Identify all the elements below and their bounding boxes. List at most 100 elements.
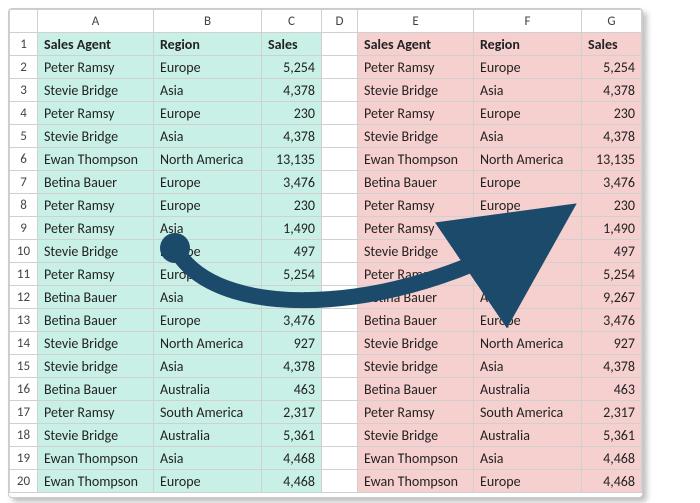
cell[interactable]: Europe [474,309,582,332]
cell[interactable]: Asia [154,447,262,470]
cell[interactable] [322,263,358,286]
cell[interactable]: Sales Agent [358,33,474,56]
cell[interactable]: Sales Agent [38,33,154,56]
cell[interactable] [322,424,358,447]
cell[interactable]: North America [474,332,582,355]
cell[interactable]: 3,476 [582,171,642,194]
cell[interactable] [322,171,358,194]
cell[interactable]: Stevie Bridge [358,424,474,447]
row-header[interactable]: 18 [10,424,38,447]
cell[interactable]: Peter Ramsy [358,194,474,217]
cell[interactable]: North America [474,148,582,171]
col-header-G[interactable]: G [582,10,642,33]
row-header[interactable]: 10 [10,240,38,263]
cell[interactable] [322,56,358,79]
cell[interactable]: Europe [474,470,582,493]
cell[interactable]: 13,135 [582,148,642,171]
row-header[interactable]: 3 [10,79,38,102]
cell[interactable] [322,125,358,148]
cell[interactable]: Europe [154,171,262,194]
cell[interactable]: North America [154,148,262,171]
cell[interactable]: Ewan Thompson [38,447,154,470]
cell[interactable]: 1,490 [262,217,322,240]
cell[interactable]: Sales [262,33,322,56]
row-header[interactable]: 7 [10,171,38,194]
cell[interactable]: Asia [154,355,262,378]
row-header[interactable]: 6 [10,148,38,171]
select-all-corner[interactable] [10,10,38,33]
cell[interactable]: 4,378 [582,79,642,102]
cell[interactable]: 230 [582,194,642,217]
cell[interactable]: Asia [474,125,582,148]
cell[interactable] [322,79,358,102]
col-header-D[interactable]: D [322,10,358,33]
cell[interactable] [322,309,358,332]
cell[interactable]: Asia [154,79,262,102]
cell[interactable]: 5,361 [262,424,322,447]
cell[interactable]: 4,468 [582,470,642,493]
cell[interactable]: Stevie Bridge [358,125,474,148]
cell[interactable]: 2,317 [262,401,322,424]
cell[interactable]: Europe [474,194,582,217]
cell[interactable]: 5,254 [582,263,642,286]
cell[interactable]: 4,378 [262,125,322,148]
cell[interactable]: Peter Ramsy [38,56,154,79]
cell[interactable]: Betina Bauer [38,378,154,401]
cell[interactable]: Betina Bauer [358,309,474,332]
row-header[interactable]: 4 [10,102,38,125]
cell[interactable]: 497 [262,240,322,263]
cell[interactable]: Betina Bauer [38,309,154,332]
cell[interactable]: Ewan Thompson [358,148,474,171]
cell[interactable]: Stevie Bridge [358,240,474,263]
cell[interactable]: Europe [154,470,262,493]
cell[interactable]: Stevie Bridge [38,424,154,447]
cell[interactable]: 4,378 [582,125,642,148]
cell[interactable] [322,401,358,424]
cell[interactable]: Betina Bauer [38,286,154,309]
cell[interactable]: Asia [474,286,582,309]
cell[interactable]: Europe [474,171,582,194]
cell[interactable]: 927 [262,332,322,355]
row-header[interactable]: 8 [10,194,38,217]
cell[interactable] [322,148,358,171]
row-header[interactable]: 15 [10,355,38,378]
cell[interactable]: 1,490 [582,217,642,240]
cell[interactable]: Europe [154,240,262,263]
cell[interactable]: Europe [154,309,262,332]
cell[interactable]: Europe [154,194,262,217]
cell[interactable]: Peter Ramsy [358,102,474,125]
cell[interactable] [322,194,358,217]
row-header[interactable]: 1 [10,33,38,56]
cell[interactable]: Betina Bauer [358,378,474,401]
cell[interactable]: 3,476 [262,171,322,194]
cell[interactable]: Betina Bauer [38,171,154,194]
cell[interactable]: Ewan Thompson [38,470,154,493]
row-header[interactable]: 11 [10,263,38,286]
cell[interactable]: 3,476 [582,309,642,332]
row-header[interactable]: 9 [10,217,38,240]
cell[interactable] [322,286,358,309]
cell[interactable]: Region [474,33,582,56]
cell[interactable]: Stevie bridge [38,355,154,378]
cell[interactable]: Stevie Bridge [358,79,474,102]
cell[interactable]: Stevie Bridge [38,240,154,263]
cell[interactable]: 230 [582,102,642,125]
cell[interactable]: 2,317 [582,401,642,424]
cell[interactable]: Australia [154,424,262,447]
cell[interactable]: Asia [154,217,262,240]
cell[interactable] [322,378,358,401]
cell[interactable]: Ewan Thompson [358,470,474,493]
cell[interactable] [322,102,358,125]
cell[interactable] [322,447,358,470]
column-header-row[interactable]: A B C D E F G [10,10,642,33]
row-header[interactable]: 13 [10,309,38,332]
cell[interactable]: Betina Bauer [358,286,474,309]
cell[interactable]: Stevie Bridge [38,79,154,102]
cell[interactable]: Betina Bauer [358,171,474,194]
col-header-B[interactable]: B [154,10,262,33]
cell[interactable]: 4,378 [262,79,322,102]
cell[interactable]: Peter Ramsy [38,194,154,217]
cell[interactable]: 4,378 [262,355,322,378]
cell[interactable]: Peter Ramsy [358,401,474,424]
cell[interactable]: Europe [474,240,582,263]
